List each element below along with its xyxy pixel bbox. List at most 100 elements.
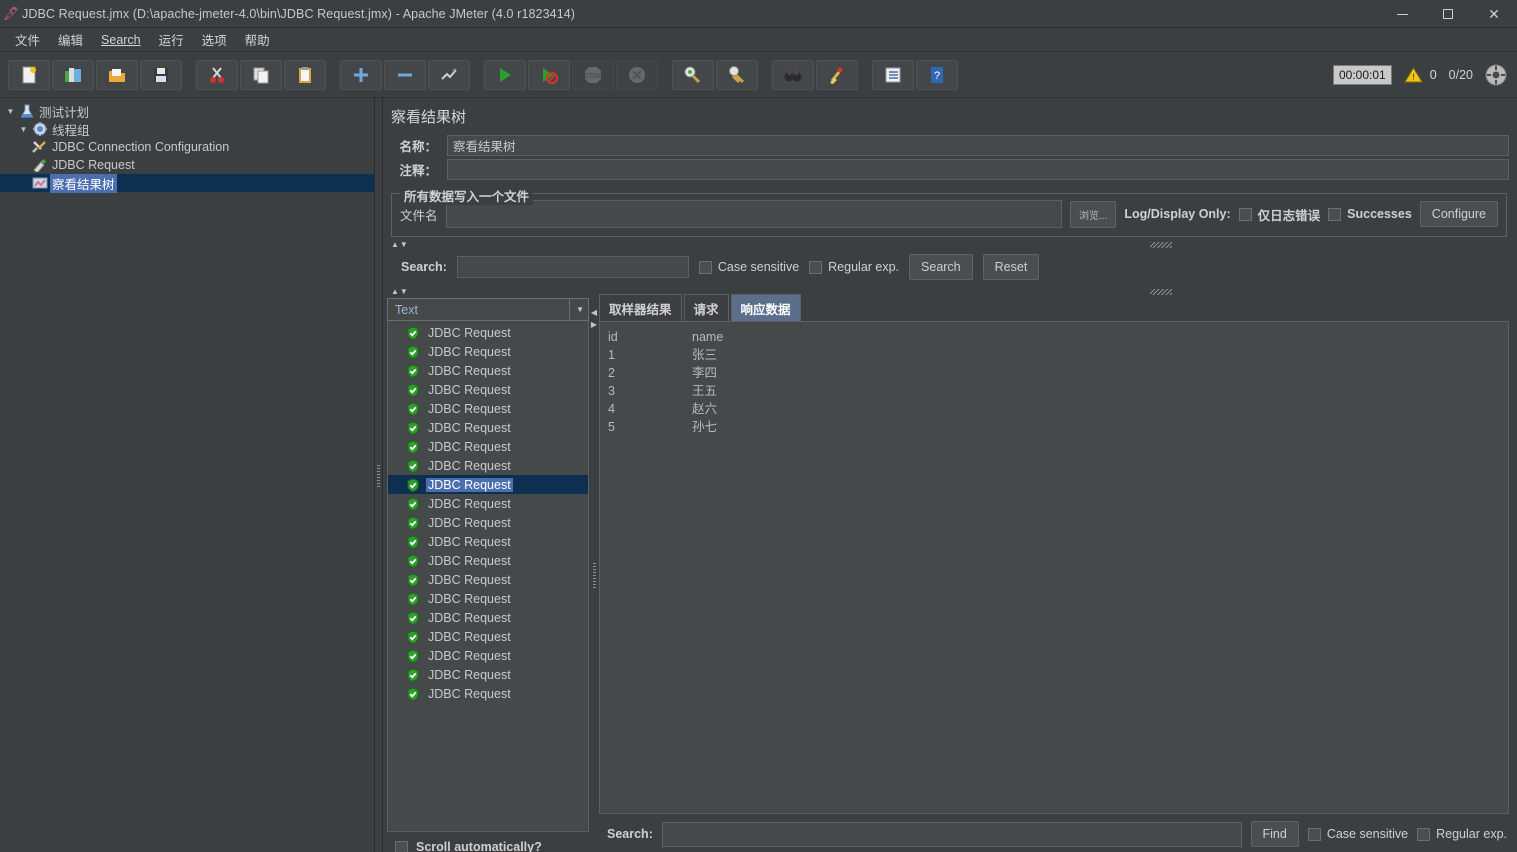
start-button[interactable]: [484, 60, 526, 90]
main-split-divider[interactable]: [375, 98, 383, 852]
bottom-case-sensitive-wrap[interactable]: Case sensitive: [1308, 827, 1408, 841]
paste-button[interactable]: [284, 60, 326, 90]
warning-indicator[interactable]: ! 0: [1404, 66, 1437, 84]
start-no-pauses-button[interactable]: [528, 60, 570, 90]
new-test-plan-button[interactable]: [8, 60, 50, 90]
collapse-right-icon[interactable]: ▶: [591, 320, 597, 329]
filename-input[interactable]: [446, 200, 1063, 228]
list-item[interactable]: JDBC Request: [388, 646, 588, 665]
renderer-select[interactable]: Text ▼: [387, 298, 589, 321]
tree-node-jdbc-request[interactable]: JDBC Request: [0, 156, 374, 174]
search-button[interactable]: [772, 60, 814, 90]
list-item[interactable]: JDBC Request: [388, 551, 588, 570]
test-plan-tree[interactable]: ▼ 测试计划 ▼ 线程组 JDBC Connection Configurati…: [0, 98, 375, 852]
bottom-search-input[interactable]: [662, 822, 1242, 847]
templates-button[interactable]: [52, 60, 94, 90]
shutdown-button[interactable]: [616, 60, 658, 90]
tab-request[interactable]: 请求: [684, 294, 729, 321]
bottom-regular-exp-checkbox[interactable]: [1417, 828, 1430, 841]
expand-toggle-icon[interactable]: ▼: [17, 125, 30, 134]
reset-search-button[interactable]: [816, 60, 858, 90]
list-item[interactable]: JDBC Request: [388, 475, 588, 494]
search-submit-button[interactable]: Search: [909, 254, 973, 280]
list-item[interactable]: JDBC Request: [388, 399, 588, 418]
sample-result-list[interactable]: JDBC RequestJDBC RequestJDBC RequestJDBC…: [387, 321, 589, 832]
tree-node-thread-group[interactable]: ▼ 线程组: [0, 120, 374, 138]
list-item[interactable]: JDBC Request: [388, 437, 588, 456]
list-item[interactable]: JDBC Request: [388, 456, 588, 475]
errors-only-checkbox-wrap[interactable]: 仅日志错误: [1239, 205, 1321, 224]
successes-checkbox[interactable]: [1328, 208, 1341, 221]
clear-all-button[interactable]: [716, 60, 758, 90]
menu-item-search[interactable]: Search: [92, 30, 150, 50]
bottom-regular-exp-wrap[interactable]: Regular exp.: [1417, 827, 1507, 841]
collapse-arrows-icon[interactable]: ▲▼: [391, 240, 409, 249]
list-item[interactable]: JDBC Request: [388, 665, 588, 684]
list-item[interactable]: JDBC Request: [388, 323, 588, 342]
menu-item-help[interactable]: 帮助: [236, 27, 279, 52]
list-item[interactable]: JDBC Request: [388, 380, 588, 399]
browse-button[interactable]: 浏览...: [1070, 201, 1116, 228]
errors-only-checkbox[interactable]: [1239, 208, 1252, 221]
minimize-button[interactable]: [1379, 0, 1425, 28]
chevron-down-icon[interactable]: ▼: [569, 299, 584, 320]
case-sensitive-checkbox[interactable]: [699, 261, 712, 274]
main-area: ▼ 测试计划 ▼ 线程组 JDBC Connection Configurati…: [0, 98, 1517, 852]
list-item[interactable]: JDBC Request: [388, 342, 588, 361]
bottom-case-sensitive-checkbox[interactable]: [1308, 828, 1321, 841]
open-button[interactable]: [96, 60, 138, 90]
save-button[interactable]: [140, 60, 182, 90]
list-item[interactable]: JDBC Request: [388, 684, 588, 703]
connection-indicator-icon[interactable]: [1485, 64, 1507, 86]
regular-exp-checkbox[interactable]: [809, 261, 822, 274]
scroll-automatically-wrap[interactable]: Scroll automatically?: [387, 832, 589, 852]
close-button[interactable]: ✕: [1471, 0, 1517, 28]
tree-node-jdbc-connection-configuration[interactable]: JDBC Connection Configuration: [0, 138, 374, 156]
write-results-to-file-group: 所有数据写入一个文件 文件名 浏览... Log/Display Only: 仅…: [391, 193, 1507, 237]
results-detail-divider[interactable]: ◀ ▶: [589, 298, 599, 852]
list-item[interactable]: JDBC Request: [388, 570, 588, 589]
menu-item-run[interactable]: 运行: [150, 27, 193, 52]
split-handle-top[interactable]: ▲▼: [391, 240, 1507, 249]
menu-item-options[interactable]: 选项: [193, 27, 236, 52]
collapse-left-icon[interactable]: ◀: [591, 308, 597, 317]
tree-node-view-results-tree[interactable]: 察看结果树: [0, 174, 374, 192]
help-button[interactable]: ?: [916, 60, 958, 90]
name-input[interactable]: [447, 135, 1509, 156]
response-data-view[interactable]: idname1张三2李四3王五4赵六5孙七: [599, 322, 1509, 814]
find-button[interactable]: Find: [1251, 821, 1299, 847]
maximize-button[interactable]: [1425, 0, 1471, 28]
tab-sampler-result[interactable]: 取样器结果: [599, 294, 682, 321]
list-item[interactable]: JDBC Request: [388, 532, 588, 551]
list-item[interactable]: JDBC Request: [388, 418, 588, 437]
list-item[interactable]: JDBC Request: [388, 513, 588, 532]
tab-response-data[interactable]: 响应数据: [731, 294, 801, 321]
list-item[interactable]: JDBC Request: [388, 608, 588, 627]
search-reset-button[interactable]: Reset: [983, 254, 1040, 280]
copy-button[interactable]: [240, 60, 282, 90]
search-input[interactable]: [457, 256, 689, 278]
scroll-automatically-checkbox[interactable]: [395, 841, 408, 852]
comment-input[interactable]: [447, 159, 1509, 180]
expand-toggle-icon[interactable]: ▼: [4, 107, 17, 116]
stop-button[interactable]: STOP: [572, 60, 614, 90]
tree-node-test-plan[interactable]: ▼ 测试计划: [0, 102, 374, 120]
list-item[interactable]: JDBC Request: [388, 361, 588, 380]
cut-button[interactable]: [196, 60, 238, 90]
collapse-arrows-icon[interactable]: ▲▼: [391, 287, 409, 296]
regular-exp-checkbox-wrap[interactable]: Regular exp.: [809, 260, 899, 274]
case-sensitive-checkbox-wrap[interactable]: Case sensitive: [699, 260, 799, 274]
split-handle-bottom[interactable]: ▲▼: [391, 287, 1507, 296]
expand-all-button[interactable]: [340, 60, 382, 90]
function-helper-button[interactable]: [872, 60, 914, 90]
collapse-all-button[interactable]: [384, 60, 426, 90]
toggle-button[interactable]: [428, 60, 470, 90]
menu-item-file[interactable]: 文件: [6, 27, 49, 52]
clear-button[interactable]: [672, 60, 714, 90]
list-item[interactable]: JDBC Request: [388, 494, 588, 513]
list-item[interactable]: JDBC Request: [388, 627, 588, 646]
successes-checkbox-wrap[interactable]: Successes: [1328, 207, 1412, 221]
list-item[interactable]: JDBC Request: [388, 589, 588, 608]
menu-item-edit[interactable]: 编辑: [49, 27, 92, 52]
configure-button[interactable]: Configure: [1420, 201, 1498, 227]
